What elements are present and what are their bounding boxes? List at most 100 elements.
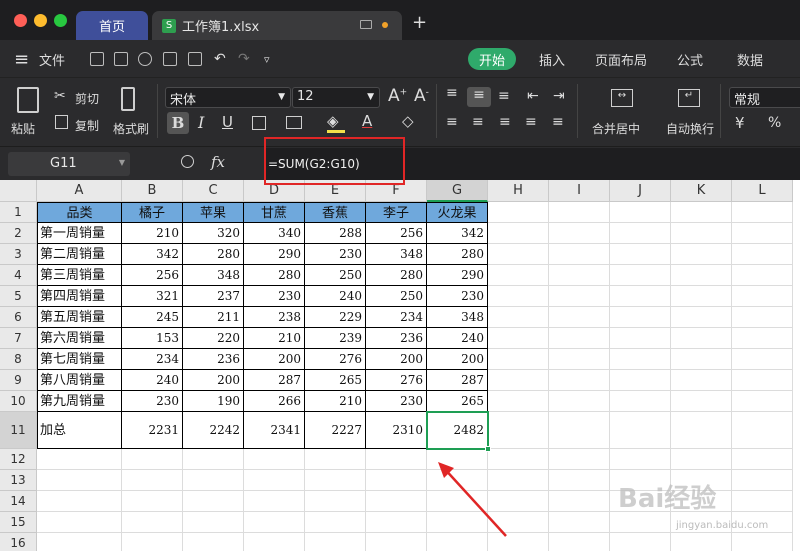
- cell-f9[interactable]: 276: [366, 370, 427, 391]
- cell-c9[interactable]: 200: [183, 370, 244, 391]
- grid-cell[interactable]: [549, 370, 610, 391]
- menu-start[interactable]: 开始: [468, 48, 516, 70]
- grid-cell[interactable]: [37, 470, 122, 491]
- grid-cell[interactable]: [549, 512, 610, 533]
- paste-button[interactable]: 粘贴: [11, 120, 35, 137]
- grid-cell[interactable]: [244, 491, 305, 512]
- cell-f4[interactable]: 280: [366, 265, 427, 286]
- grid-cell[interactable]: [549, 244, 610, 265]
- row-header-9[interactable]: 9: [0, 370, 37, 391]
- grid-cell[interactable]: [488, 265, 549, 286]
- cell-a8[interactable]: 第七周销量: [37, 349, 122, 370]
- format-painter-icon[interactable]: [121, 87, 135, 111]
- grid-cell[interactable]: [732, 391, 793, 412]
- cell-f5[interactable]: 250: [366, 286, 427, 307]
- row-header-10[interactable]: 10: [0, 391, 37, 412]
- grid-cell[interactable]: [610, 307, 671, 328]
- redo-icon[interactable]: ↷: [238, 40, 250, 78]
- row-header-13[interactable]: 13: [0, 470, 37, 491]
- menu-file[interactable]: 文件: [39, 40, 65, 78]
- tab-workbook[interactable]: S 工作簿1.xlsx: [152, 11, 402, 40]
- cell-g5[interactable]: 230: [427, 286, 488, 307]
- grid-cell[interactable]: [610, 244, 671, 265]
- decrease-font-icon[interactable]: A-: [414, 86, 429, 106]
- cell-c1[interactable]: 苹果: [183, 202, 244, 223]
- cell-d8[interactable]: 200: [244, 349, 305, 370]
- cell-e6[interactable]: 229: [305, 307, 366, 328]
- grid-cell[interactable]: [671, 202, 732, 223]
- grid-cell[interactable]: [488, 391, 549, 412]
- align-bottom-icon[interactable]: ≡: [498, 88, 510, 104]
- grid-cell[interactable]: [488, 412, 549, 449]
- grid-cell[interactable]: [183, 512, 244, 533]
- grid-cell[interactable]: [244, 449, 305, 470]
- cut-button[interactable]: 剪切: [75, 90, 99, 107]
- cell-b10[interactable]: 230: [122, 391, 183, 412]
- merge-center-icon[interactable]: ↔: [611, 89, 633, 107]
- grid-cell[interactable]: [610, 512, 671, 533]
- more-dropdown-icon[interactable]: ▿: [264, 40, 270, 78]
- align-left-icon[interactable]: ≡: [446, 114, 458, 130]
- grid-cell[interactable]: [305, 512, 366, 533]
- cell-d11[interactable]: 2341: [244, 412, 305, 449]
- cell-c7[interactable]: 220: [183, 328, 244, 349]
- cell-g3[interactable]: 280: [427, 244, 488, 265]
- italic-button[interactable]: I: [198, 113, 204, 132]
- grid-cell[interactable]: [610, 349, 671, 370]
- monitor-icon[interactable]: [360, 20, 372, 29]
- cell-g1[interactable]: 火龙果: [427, 202, 488, 223]
- cell-e7[interactable]: 239: [305, 328, 366, 349]
- cell-a1[interactable]: 品类: [37, 202, 122, 223]
- cell-a7[interactable]: 第六周销量: [37, 328, 122, 349]
- grid-cell[interactable]: [122, 512, 183, 533]
- grid-cell[interactable]: [610, 328, 671, 349]
- grid-cell[interactable]: [366, 470, 427, 491]
- insert-function-icon[interactable]: fx: [211, 153, 225, 171]
- cell-a9[interactable]: 第八周销量: [37, 370, 122, 391]
- cell-d2[interactable]: 340: [244, 223, 305, 244]
- cell-c11[interactable]: 2242: [183, 412, 244, 449]
- justify-icon[interactable]: ≡: [525, 114, 537, 130]
- cell-b9[interactable]: 240: [122, 370, 183, 391]
- grid-cell[interactable]: [671, 223, 732, 244]
- column-header-b[interactable]: B: [122, 180, 183, 202]
- grid-cell[interactable]: [37, 533, 122, 551]
- grid-cell[interactable]: [488, 286, 549, 307]
- row-header-12[interactable]: 12: [0, 449, 37, 470]
- cell-b4[interactable]: 256: [122, 265, 183, 286]
- grid-cell[interactable]: [549, 307, 610, 328]
- menu-data[interactable]: 数据: [737, 40, 763, 78]
- cell-d6[interactable]: 238: [244, 307, 305, 328]
- grid-cell[interactable]: [549, 491, 610, 512]
- cell-c2[interactable]: 320: [183, 223, 244, 244]
- grid-cell[interactable]: [549, 470, 610, 491]
- row-header-15[interactable]: 15: [0, 512, 37, 533]
- grid-cell[interactable]: [244, 533, 305, 551]
- cell-g7[interactable]: 240: [427, 328, 488, 349]
- grid-cell[interactable]: [610, 265, 671, 286]
- align-right-icon[interactable]: ≡: [499, 114, 511, 130]
- column-header-h[interactable]: H: [488, 180, 549, 202]
- grid-cell[interactable]: [610, 533, 671, 551]
- grid-cell[interactable]: [122, 491, 183, 512]
- grid-cell[interactable]: [671, 265, 732, 286]
- grid-cell[interactable]: [37, 491, 122, 512]
- cell-b1[interactable]: 橘子: [122, 202, 183, 223]
- cell-d9[interactable]: 287: [244, 370, 305, 391]
- grid-cell[interactable]: [366, 512, 427, 533]
- cell-e8[interactable]: 276: [305, 349, 366, 370]
- grid-cell[interactable]: [671, 286, 732, 307]
- cell-e3[interactable]: 230: [305, 244, 366, 265]
- number-format-select[interactable]: 常规: [729, 87, 800, 108]
- share-icon[interactable]: [138, 52, 152, 66]
- cell-b6[interactable]: 245: [122, 307, 183, 328]
- grid-cell[interactable]: [610, 223, 671, 244]
- grid-cell[interactable]: [671, 412, 732, 449]
- cell-c4[interactable]: 348: [183, 265, 244, 286]
- cell-d3[interactable]: 290: [244, 244, 305, 265]
- cell-a10[interactable]: 第九周销量: [37, 391, 122, 412]
- cell-g4[interactable]: 290: [427, 265, 488, 286]
- row-header-8[interactable]: 8: [0, 349, 37, 370]
- grid-cell[interactable]: [549, 328, 610, 349]
- column-header-i[interactable]: I: [549, 180, 610, 202]
